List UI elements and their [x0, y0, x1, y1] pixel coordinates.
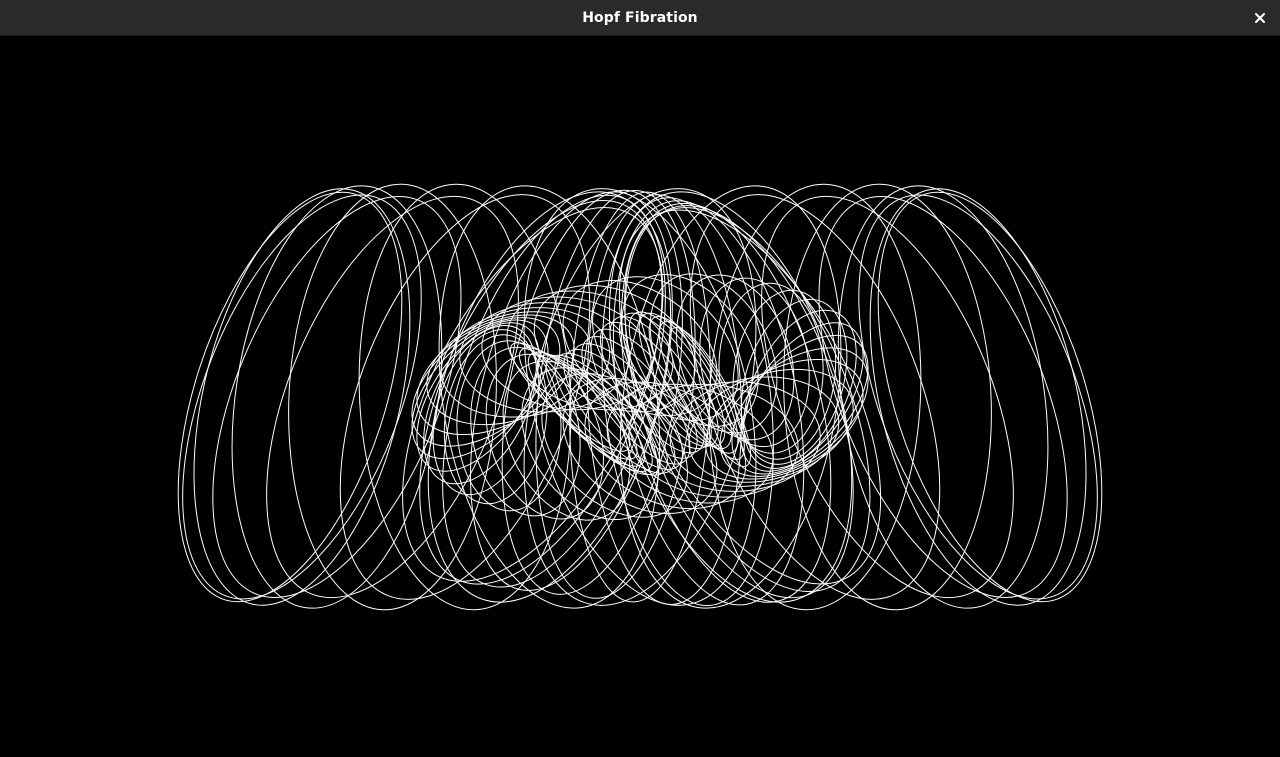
outer-fiber — [761, 195, 1014, 599]
outer-fiber — [869, 188, 1087, 606]
outer-fiber — [177, 191, 403, 603]
mid-fiber — [601, 197, 774, 607]
render-canvas[interactable] — [0, 36, 1280, 757]
title-bar[interactable]: Hopf Fibration — [0, 0, 1280, 36]
close-icon — [1255, 13, 1265, 23]
outer-fiber — [193, 188, 411, 606]
window-title: Hopf Fibration — [582, 9, 698, 26]
close-button[interactable] — [1248, 6, 1272, 30]
outer-fiber — [877, 191, 1103, 603]
app-window: Hopf Fibration — [0, 0, 1280, 757]
hopf-fibration-drawing — [177, 183, 1103, 611]
outer-fiber — [858, 194, 1098, 600]
